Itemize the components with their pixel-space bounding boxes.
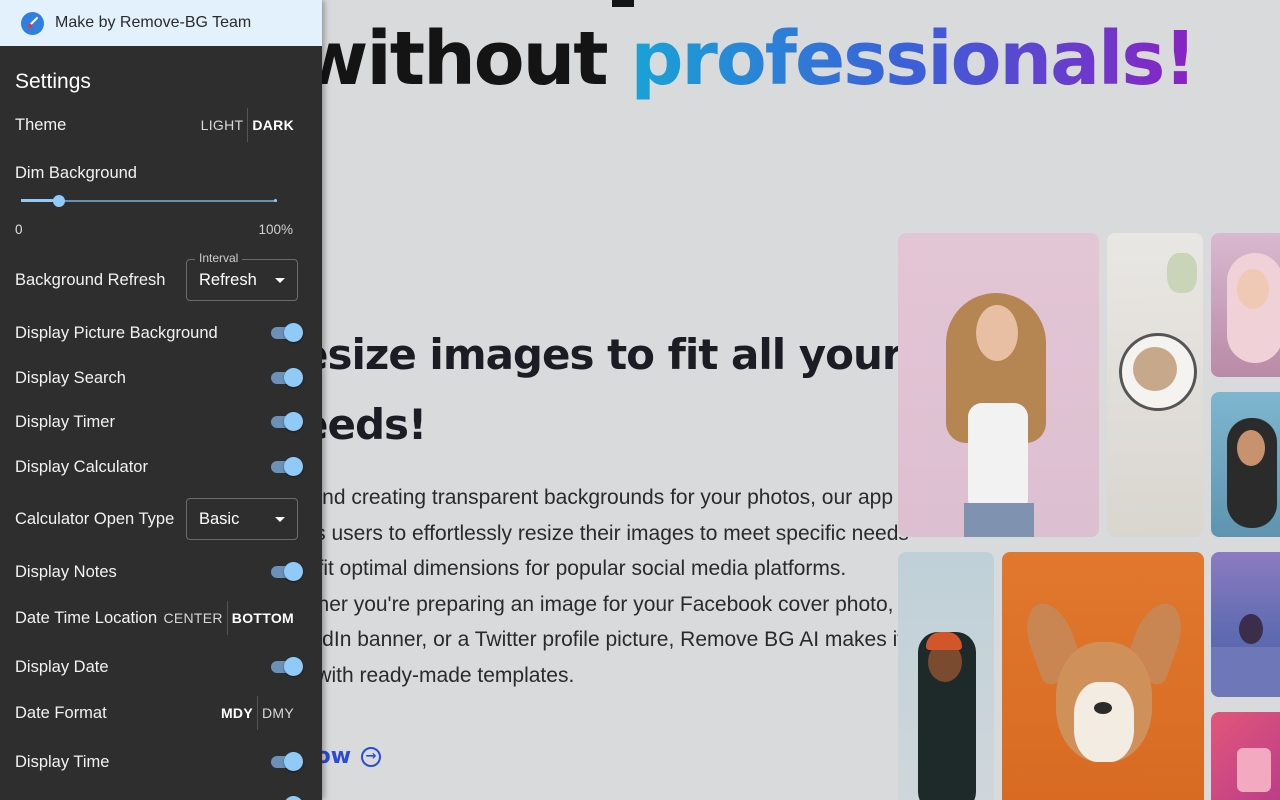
calculator-open-type-select[interactable]: Basic — [186, 498, 298, 540]
toggle-knob — [284, 368, 303, 387]
paragraph-line: yond creating transparent backgrounds fo… — [300, 486, 894, 509]
gallery-image-man — [898, 552, 994, 800]
display-search-toggle[interactable] — [271, 368, 303, 387]
slider-min-label: 0 — [15, 222, 23, 237]
slider-thumb[interactable] — [53, 195, 66, 207]
slider-end-mark — [274, 199, 277, 202]
setting-theme: Theme LIGHT DARK — [15, 108, 298, 142]
gallery-image-coffee — [1107, 233, 1203, 537]
setting-label: Date Time Location — [15, 608, 158, 627]
date-time-location-toggle-group: CENTER BOTTOM — [159, 601, 298, 635]
hero-title-fragment — [612, 0, 634, 7]
toggle-knob — [284, 752, 303, 771]
select-legend: Interval — [195, 251, 243, 265]
setting-label: Theme — [15, 115, 67, 134]
date-format-option-dmy[interactable]: DMY — [258, 705, 298, 721]
location-option-center[interactable]: CENTER — [159, 610, 226, 626]
toggle-knob — [284, 412, 303, 431]
hero-title: without professionals! — [300, 22, 1197, 96]
setting-label: Dim Background — [15, 163, 137, 182]
setting-display-date: Display Date — [15, 655, 303, 679]
setting-label: Display Search — [15, 368, 126, 387]
display-timer-toggle[interactable] — [271, 412, 303, 431]
location-option-bottom[interactable]: BOTTOM — [228, 610, 298, 626]
section-heading-line: eeds! — [300, 400, 427, 449]
paragraph-line: kedIn banner, or a Twitter profile pictu… — [300, 628, 904, 652]
setting-label: Background Refresh — [15, 270, 166, 289]
toggle-knob — [284, 796, 303, 800]
setting-display-time: Display Time — [15, 750, 303, 774]
display-time-toggle[interactable] — [271, 752, 303, 771]
setting-label: Display Timer — [15, 412, 115, 431]
display-notes-toggle[interactable] — [271, 562, 303, 581]
setting-label: Display Time — [15, 752, 110, 771]
toggle-knob — [284, 323, 303, 342]
setting-label: Display Notes — [15, 562, 117, 581]
paragraph-line: ether you're preparing an image for your… — [300, 592, 894, 616]
gallery-image-woman — [898, 233, 1099, 537]
dim-background-slider[interactable] — [21, 193, 277, 209]
display-picture-background-toggle[interactable] — [271, 323, 303, 342]
section-paragraph: yond creating transparent backgrounds fo… — [300, 480, 909, 694]
setting-label: Display Picture Background — [15, 323, 218, 342]
paragraph-line: y with ready-made templates. — [300, 663, 575, 687]
setting-label: Calculator Open Type — [15, 509, 175, 528]
setting-display-search: Display Search — [15, 366, 303, 390]
setting-date-format: Date Format MDY DMY — [15, 696, 298, 730]
setting-next-partial — [15, 794, 303, 800]
display-calculator-toggle[interactable] — [271, 457, 303, 476]
setting-calculator-open-type: Calculator Open Type Basic — [15, 498, 298, 540]
toggle-knob — [284, 457, 303, 476]
toggle-knob — [284, 657, 303, 676]
paragraph-line: ws users to effortlessly resize their im… — [300, 521, 909, 545]
settings-title: Settings — [15, 70, 91, 93]
arrow-right-circle-icon: → — [361, 746, 382, 767]
setting-label: Display Calculator — [15, 457, 148, 476]
theme-option-light[interactable]: LIGHT — [197, 117, 248, 133]
gallery-image-girl-blue — [1211, 392, 1280, 537]
hero-title-accent: professionals! — [630, 16, 1197, 102]
gallery-image-lake — [1211, 552, 1280, 697]
select-value: Basic — [199, 509, 240, 528]
gallery-image-pink — [1211, 712, 1280, 800]
section-heading: esize images to fit all your eeds! — [300, 320, 903, 460]
panel-header[interactable]: Make by Remove-BG Team — [0, 0, 322, 46]
caret-down-icon — [275, 277, 285, 283]
theme-option-dark[interactable]: DARK — [248, 117, 298, 133]
toggle-knob — [284, 562, 303, 581]
gallery-image-girl-pink — [1211, 233, 1280, 377]
section-heading-line: esize images to fit all your — [300, 330, 903, 379]
setting-display-picture-background: Display Picture Background — [15, 321, 303, 345]
display-date-toggle[interactable] — [271, 657, 303, 676]
setting-dim-background: Dim Background — [15, 162, 298, 184]
panel-header-text: Make by Remove-BG Team — [55, 14, 252, 31]
paintbrush-icon — [21, 11, 44, 35]
theme-toggle-group: LIGHT DARK — [197, 108, 298, 142]
setting-background-refresh: Background Refresh Interval Refresh — [15, 251, 298, 301]
background-refresh-select[interactable]: Interval Refresh — [186, 251, 298, 301]
slider-max-label: 100% — [258, 222, 293, 237]
gallery-image-dog — [1002, 552, 1204, 800]
setting-date-time-location: Date Time Location CENTER BOTTOM — [15, 601, 298, 635]
paragraph-line: o fit optimal dimensions for popular soc… — [300, 557, 847, 581]
caret-down-icon — [275, 516, 285, 522]
setting-label: Display Date — [15, 657, 109, 676]
setting-label: Date Format — [15, 703, 107, 722]
select-value: Refresh — [199, 270, 257, 289]
setting-display-calculator: Display Calculator — [15, 455, 303, 479]
settings-panel: Make by Remove-BG Team Settings Theme LI… — [0, 0, 322, 800]
hero-title-plain: without — [300, 16, 631, 102]
date-format-option-mdy[interactable]: MDY — [217, 705, 257, 721]
date-format-toggle-group: MDY DMY — [217, 696, 298, 730]
setting-display-notes: Display Notes — [15, 560, 303, 584]
setting-display-timer: Display Timer — [15, 410, 303, 434]
